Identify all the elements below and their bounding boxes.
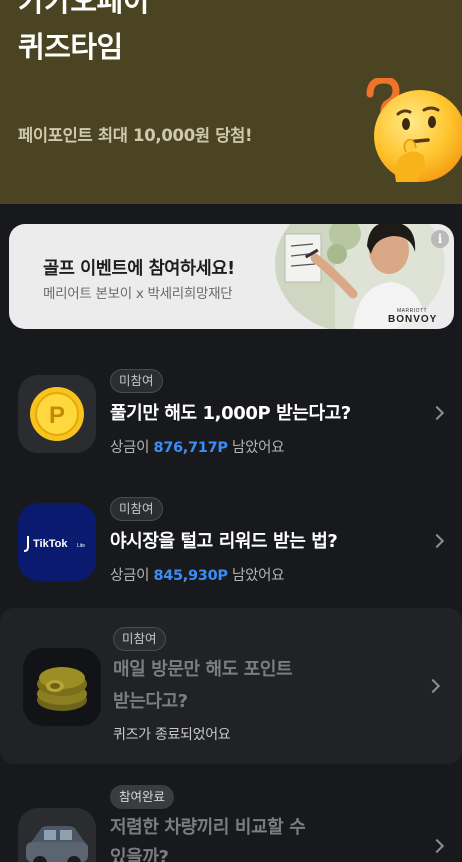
info-icon[interactable]: i (431, 230, 449, 248)
quiz-title: 야시장을 털고 리워드 받는 법? (110, 531, 338, 552)
quiz-time-page: 카카오페이 퀴즈타임 페이포인트 최대 10,000원 당첨! 골프 이벤트에 … (0, 0, 462, 862)
status-badge: 참여완료 (110, 785, 175, 809)
svg-text:P: P (49, 402, 65, 429)
tiktok-wordmark: TikTok (33, 538, 68, 550)
tiktok-lite-label: Lite (77, 543, 85, 549)
quiz-title: 풀기만 해도 1,000P 받는다고? (110, 403, 351, 424)
prize-prefix: 상금이 (110, 568, 154, 584)
banner-brand-large: BONVOY (388, 314, 437, 325)
prize-suffix: 남았어요 (227, 440, 285, 456)
quiz-title-line1: 저렴한 차량끼리 비교할 수 (110, 817, 306, 838)
prize-suffix: 남았어요 (227, 568, 285, 584)
status-badge: 미참여 (110, 369, 163, 393)
banner-title: 골프 이벤트에 참여하세요! (43, 259, 235, 279)
hero-title-line1: 카카오페이 (18, 0, 149, 18)
status-badge: 미참여 (113, 627, 166, 651)
quiz-item[interactable]: 참여완료 저렴한 차량끼리 비교할 수 있을까? (0, 778, 462, 862)
quiz-ended-status: 퀴즈가 종료되었어요 (113, 727, 231, 743)
chevron-right-icon (425, 678, 441, 694)
quiz-title-line2: 있을까? (110, 847, 169, 862)
quiz-prize-remaining: 상금이 845,930P 남았어요 (110, 564, 285, 585)
chevron-right-icon (429, 838, 445, 854)
hero-title-line2: 퀴즈타임 (18, 30, 123, 64)
thinking-face-emoji-icon (366, 78, 462, 182)
quiz-item[interactable]: P 미참여 풀기만 해도 1,000P 받는다고? 상금이 876,717P 남… (0, 360, 462, 470)
quiz-title-line1: 매일 방문만 해도 포인트 (113, 659, 293, 680)
golf-event-banner[interactable]: 골프 이벤트에 참여하세요! 메리어트 본보이 x 박세리희망재단 MARRIO… (9, 224, 454, 329)
car-icon (18, 808, 96, 862)
quiz-title-line2: 받는다고? (113, 691, 188, 712)
prize-amount: 845,930P (153, 568, 228, 584)
banner-subtitle: 메리어트 본보이 x 박세리희망재단 (43, 286, 233, 302)
quiz-item[interactable]: TikTok Lite 미참여 야시장을 털고 리워드 받는 법? 상금이 84… (0, 488, 462, 598)
banner-photo-image: MARRIOTT BONVOY (275, 224, 445, 329)
quiz-prize-remaining: 상금이 876,717P 남았어요 (110, 436, 285, 457)
chevron-right-icon (429, 405, 445, 421)
hero-section: 카카오페이 퀴즈타임 페이포인트 최대 10,000원 당첨! (0, 0, 462, 204)
hero-subtitle: 페이포인트 최대 10,000원 당첨! (18, 126, 253, 145)
quiz-item[interactable]: 미참여 매일 방문만 해도 포인트 받는다고? 퀴즈가 종료되었어요 (0, 608, 462, 764)
point-coin-icon: P (18, 375, 96, 453)
status-badge: 미참여 (110, 497, 163, 521)
chevron-right-icon (429, 533, 445, 549)
prize-amount: 876,717P (153, 440, 228, 456)
tiktok-lite-logo-icon: TikTok Lite (18, 503, 96, 581)
prize-prefix: 상금이 (110, 440, 154, 456)
coin-stack-icon (23, 648, 101, 726)
hero-title: 카카오페이 퀴즈타임 (18, 0, 149, 70)
